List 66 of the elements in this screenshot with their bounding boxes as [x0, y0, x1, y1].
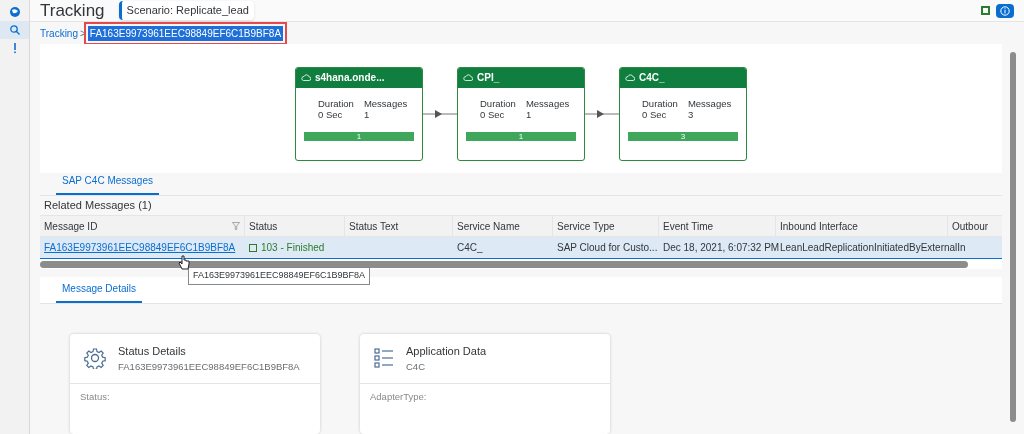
tab[interactable]: SAP C4C Messages — [56, 173, 159, 196]
breadcrumb-current: FA163E9973961EEC98849EF6C1B9BF8A — [87, 25, 284, 41]
card-title: Application Data — [406, 344, 487, 360]
settings-icon — [84, 347, 106, 370]
column-header[interactable]: Inbound Interface — [780, 218, 858, 234]
connector-arrow — [423, 108, 457, 119]
duration-label: Duration — [318, 97, 354, 109]
duration-label: Duration — [480, 97, 516, 109]
column-header[interactable]: Status Text — [349, 218, 399, 234]
duration-value: 0 Sec — [642, 108, 668, 120]
messages-value: 3 — [687, 108, 694, 120]
node-title: s4hana.onde... — [315, 71, 385, 85]
status-square-icon — [981, 6, 990, 15]
table-row[interactable]: FA163E9973961EEC98849EF6C1B9BF8A 103 - Finished C4C_ SAP Cloud for Custo... Dec 18, 2021, 6:07:32 PMLeanLeadReplicationInitiatedByExternalIn — [40, 237, 1002, 260]
card-subtitle: C4C — [406, 359, 426, 374]
node-title: C4C_ — [639, 71, 665, 85]
message-count-bar: 3 — [628, 131, 738, 141]
cloud-icon — [625, 74, 635, 81]
message-count-bar: 1 — [304, 131, 414, 141]
breadcrumb-link[interactable]: Tracking — [40, 25, 78, 41]
sidebar-button[interactable] — [0, 21, 29, 39]
search-icon — [8, 24, 21, 36]
table-title: Related Messages (1) — [43, 198, 153, 214]
filter-icon[interactable] — [232, 222, 240, 231]
node-title: CPI_ — [477, 71, 500, 85]
duration-value: 0 Sec — [480, 108, 506, 120]
vertical-scrollbar[interactable] — [1010, 52, 1016, 422]
list-icon — [374, 348, 394, 369]
column-header[interactable]: Event Time — [663, 218, 714, 234]
cloud-icon — [301, 74, 311, 81]
table-cell-text: Dec 18, 2021, 6:07:32 PM — [663, 241, 780, 256]
messages-label: Messages — [525, 97, 570, 109]
tooltip: FA163E9973961EEC98849EF6C1B9BF8A — [188, 267, 371, 285]
column-header[interactable]: Service Type — [557, 218, 615, 234]
column-header[interactable]: Service Name — [457, 218, 520, 234]
flow-node[interactable]: CPI_ Duration Messages 0 Sec 1 1 — [457, 66, 585, 161]
table-cell-text: SAP Cloud for Custo... — [557, 241, 658, 256]
field-label: Status: — [79, 390, 111, 404]
scrollbar[interactable] — [40, 260, 968, 268]
duration-value: 0 Sec — [318, 108, 344, 120]
status-square-icon — [249, 243, 257, 252]
messages-label: Messages — [687, 97, 732, 109]
table-cell-text: C4C_ — [457, 241, 483, 256]
page-title: Tracking — [40, 0, 105, 22]
table-cell-text: LeanLeadReplicationInitiatedByExternalIn — [780, 241, 966, 256]
flow-node[interactable]: s4hana.onde... Duration Messages 0 Sec 1 1 — [295, 66, 423, 161]
column-header[interactable]: Outbour — [952, 218, 989, 234]
card-title: Status Details — [118, 344, 187, 360]
column-header[interactable]: Status — [249, 218, 278, 234]
flow-node[interactable]: C4C_ Duration Messages 0 Sec 3 3 — [619, 66, 747, 161]
messages-value: 1 — [525, 108, 532, 120]
field-label: AdapterType: — [369, 390, 428, 404]
duration-label: Duration — [642, 97, 678, 109]
status-text: 103 - Finished — [261, 241, 325, 256]
cloud-icon — [463, 74, 473, 81]
message-id-link[interactable]: FA163E9973961EEC98849EF6C1B9BF8A — [44, 240, 236, 256]
connector-arrow — [585, 108, 619, 119]
column-header[interactable]: Message ID — [44, 218, 98, 234]
message-count-bar: 1 — [466, 131, 576, 141]
messages-label: Messages — [363, 97, 408, 109]
info-button[interactable] — [996, 3, 1014, 18]
globe-icon — [8, 6, 21, 18]
scenario-badge: Scenario: Replicate_lead — [118, 1, 254, 20]
tab[interactable]: Message Details — [56, 281, 142, 303]
card-subtitle: FA163E9973961EEC98849EF6C1B9BF8A — [118, 359, 300, 374]
messages-value: 1 — [363, 108, 370, 120]
